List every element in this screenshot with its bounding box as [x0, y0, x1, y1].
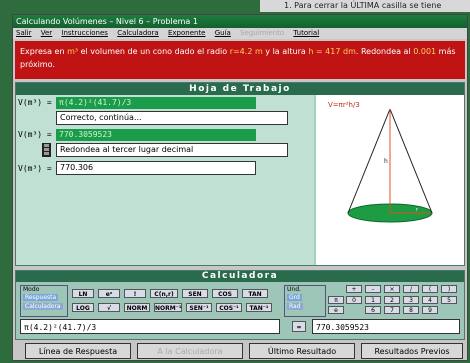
- menu-instrucciones[interactable]: Instrucciones: [61, 29, 108, 37]
- calculator-input[interactable]: π(4.2)²(41.7)/3: [20, 319, 280, 334]
- key-open-paren[interactable]: (: [422, 285, 438, 293]
- answer-line-button[interactable]: Línea de Respuesta: [25, 343, 131, 359]
- menu-ver[interactable]: Ver: [41, 29, 52, 37]
- problem-text: . Redondea al: [355, 47, 414, 56]
- key-1[interactable]: 1: [365, 296, 381, 304]
- key-plus[interactable]: +: [346, 285, 362, 293]
- key-cos[interactable]: COS: [212, 289, 238, 298]
- key-tan-inv[interactable]: TAN⁻¹: [246, 303, 272, 312]
- key-sen[interactable]: SEN: [182, 289, 208, 298]
- formula-label: V=πr²h/3: [328, 101, 360, 109]
- step-label-1: V(m³) =: [18, 98, 52, 107]
- mode-calculadora-radio[interactable]: Calculadora: [23, 303, 63, 310]
- answer-input[interactable]: 770.306: [56, 161, 256, 175]
- background-window-text: 1. Para cerrar la ÚLTIMA casilla se tien…: [260, 0, 470, 12]
- menu-salir[interactable]: Salir: [16, 29, 32, 37]
- mode-label: Modo: [23, 286, 40, 293]
- key-norm-inv[interactable]: NORM⁻¹: [154, 303, 182, 312]
- key-sen-inv[interactable]: SEN⁻¹: [186, 303, 212, 312]
- units-rad-radio[interactable]: Rad: [287, 303, 303, 310]
- problem-text: Expresa en: [20, 47, 68, 56]
- key-e[interactable]: e: [328, 306, 344, 314]
- key-exp[interactable]: eˣ: [98, 289, 120, 298]
- worksheet-panel: Hoja de Trabajo V(m³) = π(4.2)²(41.7)/3 …: [15, 82, 465, 266]
- problem-statement: Expresa en m³ el volumen de un cono dado…: [15, 41, 465, 79]
- key-ln[interactable]: LN: [72, 289, 94, 298]
- key-3[interactable]: 3: [403, 296, 419, 304]
- key-7[interactable]: 7: [384, 306, 400, 314]
- problem-text: y la altura: [262, 47, 309, 56]
- problem-text: el volumen de un cono dado el radio: [78, 47, 230, 56]
- key-close-paren[interactable]: ): [441, 285, 457, 293]
- last-result-button[interactable]: Último Resultado: [249, 343, 355, 359]
- key-log[interactable]: LOG: [72, 303, 94, 312]
- units-grd-radio[interactable]: Grd: [287, 294, 302, 301]
- key-4[interactable]: 4: [422, 296, 438, 304]
- traffic-light-icon: [42, 143, 51, 157]
- key-equals[interactable]: =: [292, 321, 306, 332]
- feedback-round: Redondea al tercer lugar decimal: [56, 143, 288, 157]
- height-label: h: [384, 158, 388, 165]
- previous-results-button[interactable]: Resultados Previos: [361, 343, 463, 359]
- key-tan[interactable]: TAN: [242, 289, 268, 298]
- key-times[interactable]: ×: [384, 285, 400, 293]
- calculator-title: Calculadora: [16, 271, 464, 282]
- units-label: Und.: [287, 286, 301, 293]
- problem-radius: r=4.2 m: [229, 47, 263, 56]
- menu-calculadora[interactable]: Calculadora: [117, 29, 159, 37]
- calculator-panel: Calculadora Modo Respuesta Calculadora L…: [15, 270, 465, 340]
- expression-field[interactable]: π(4.2)²(41.7)/3: [56, 97, 256, 109]
- worksheet-steps: V(m³) = π(4.2)²(41.7)/3 Correcto, contin…: [16, 95, 314, 265]
- menu-bar: Salir Ver Instrucciones Calculadora Expo…: [13, 28, 467, 39]
- key-cos-inv[interactable]: COS⁻¹: [216, 303, 242, 312]
- feedback-correct: Correcto, continúa...: [56, 111, 288, 125]
- app-window: Calculando Volúmenes – Nivel 6 – Problem…: [12, 14, 468, 361]
- step-label-3: V(m³) =: [18, 164, 52, 173]
- key-divide[interactable]: /: [403, 285, 419, 293]
- key-6[interactable]: 6: [365, 306, 381, 314]
- step-label-2: V(m³) =: [18, 130, 52, 139]
- mode-respuesta-radio[interactable]: Respuesta: [23, 294, 59, 301]
- key-0[interactable]: 0: [346, 296, 362, 304]
- key-minus[interactable]: –: [365, 285, 381, 293]
- problem-unit: m³: [67, 47, 79, 56]
- key-combination[interactable]: C(n,r): [150, 289, 178, 298]
- worksheet-title: Hoja de Trabajo: [16, 83, 464, 95]
- to-calculator-button: A la Calculadora: [137, 343, 243, 359]
- mode-group: Modo Respuesta Calculadora: [20, 285, 68, 317]
- key-norm[interactable]: NORM: [124, 303, 150, 312]
- cone-figure: V=πr²h/3 h r: [316, 95, 464, 265]
- menu-exponente[interactable]: Exponente: [168, 29, 206, 37]
- menu-seguimiento: Seguimiento: [240, 29, 285, 37]
- key-5[interactable]: 5: [441, 296, 457, 304]
- key-pi[interactable]: π: [328, 296, 344, 304]
- key-8[interactable]: 8: [403, 306, 419, 314]
- units-group: Und. Grd Rad: [284, 285, 326, 317]
- value-field[interactable]: 770.3059523: [56, 129, 256, 141]
- problem-height: h = 417 dm: [308, 47, 356, 56]
- cone-icon: V=πr²h/3 h r: [328, 101, 433, 223]
- window-title: Calculando Volúmenes – Nivel 6 – Problem…: [13, 15, 467, 28]
- key-factorial[interactable]: !: [124, 289, 146, 298]
- problem-precision: 0.001: [413, 47, 437, 56]
- menu-guia[interactable]: Guía: [215, 29, 231, 37]
- key-9[interactable]: 9: [422, 306, 438, 314]
- calculator-result: 770.3059523: [312, 319, 460, 334]
- key-2[interactable]: 2: [384, 296, 400, 304]
- key-sqrt[interactable]: √: [98, 303, 120, 312]
- menu-tutorial[interactable]: Tutorial: [293, 29, 319, 37]
